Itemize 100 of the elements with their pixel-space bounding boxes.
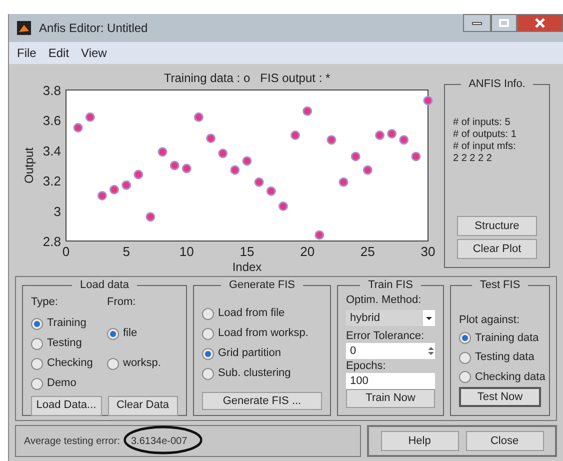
radio-label: Load from file — [218, 306, 285, 322]
app-logo-icon — [17, 21, 31, 35]
data-point — [362, 165, 372, 175]
data-point — [110, 184, 120, 194]
x-tick-label: 5 — [122, 244, 130, 259]
data-point — [146, 212, 156, 222]
radio-label: Testing data — [475, 350, 534, 366]
minimize-button[interactable] — [463, 14, 491, 32]
data-point — [230, 165, 240, 175]
data-point — [338, 177, 348, 187]
radio-button[interactable] — [202, 328, 214, 340]
from-label: From: — [107, 294, 137, 310]
tolerance-label: Error Tolerance: — [346, 330, 426, 343]
data-point — [314, 230, 324, 240]
y-tick-label: 3.6 — [42, 113, 61, 128]
push-button[interactable]: Close — [466, 431, 544, 451]
data-point — [134, 170, 144, 180]
method-dropdown[interactable]: hybrid — [346, 310, 435, 326]
data-point — [374, 130, 384, 140]
y-tick-label: 2.8 — [42, 234, 61, 249]
menu-item[interactable]: File — [17, 44, 36, 62]
data-point — [122, 180, 132, 190]
y-tick-label: 3 — [54, 204, 61, 219]
push-button[interactable]: Clear Data — [108, 396, 178, 416]
data-point — [73, 123, 83, 132]
radio-label: Demo — [47, 376, 76, 392]
y-tick-label: 3.4 — [42, 143, 61, 158]
data-point — [97, 190, 107, 200]
tolerance-field[interactable]: 0 — [346, 343, 435, 359]
radio-button[interactable] — [202, 368, 214, 380]
group-title: Train FIS — [367, 278, 414, 293]
y-axis-label: Output — [22, 147, 36, 184]
status-label: Average testing error: — [24, 434, 120, 448]
data-point — [399, 135, 409, 145]
info-text: # of inputs: 5 — [453, 116, 512, 128]
push-button[interactable]: Help — [380, 431, 458, 451]
push-button[interactable]: Test Now — [459, 387, 541, 408]
data-point — [350, 152, 360, 162]
radio-button[interactable] — [31, 318, 43, 330]
close-button[interactable] — [517, 14, 563, 32]
x-axis-label: Index — [232, 260, 262, 273]
y-tick-label: 3.2 — [42, 174, 61, 189]
group-title: Test FIS — [478, 278, 522, 293]
radio-label: file — [123, 326, 138, 342]
radio-button[interactable] — [202, 348, 214, 360]
radio-button[interactable] — [31, 358, 43, 370]
radio-label: Checking — [47, 356, 93, 372]
push-button[interactable]: Clear Plot — [457, 239, 537, 259]
data-point — [218, 148, 228, 158]
close-icon — [535, 18, 545, 28]
radio-label: Sub. clustering — [218, 366, 291, 382]
radio-label: Testing — [47, 336, 82, 352]
method-label: Optim. Method: — [346, 294, 422, 306]
data-point — [85, 112, 95, 122]
radio-label: Training data — [475, 330, 539, 346]
data-point — [302, 106, 312, 116]
maximize-button[interactable] — [491, 14, 517, 32]
window-title: Anfis Editor: Untitled — [39, 20, 148, 37]
menu-item[interactable]: View — [81, 44, 107, 62]
x-tick-label: 30 — [420, 244, 436, 259]
data-point — [194, 112, 204, 122]
data-point — [326, 135, 336, 145]
radio-button[interactable] — [107, 328, 119, 340]
menu-item[interactable]: Edit — [48, 44, 70, 62]
radio-label: Load from worksp. — [218, 326, 308, 342]
radio-button[interactable] — [459, 371, 471, 384]
radio-label: Training — [47, 316, 86, 332]
x-tick-label: 25 — [360, 244, 375, 259]
data-point — [158, 147, 168, 157]
data-point — [387, 129, 397, 139]
info-text: 2 2 2 2 2 — [453, 152, 493, 164]
data-point — [254, 177, 264, 187]
radio-button[interactable] — [31, 338, 43, 350]
radio-button[interactable] — [31, 378, 43, 390]
data-point — [242, 156, 252, 166]
push-button[interactable]: Generate FIS ... — [202, 392, 322, 410]
error-value: 3.6134e-007 — [130, 434, 188, 448]
radio-label: worksp. — [123, 356, 161, 372]
radio-button[interactable] — [459, 332, 471, 344]
data-point — [266, 186, 276, 196]
data-point — [290, 130, 300, 140]
info-text: # of outputs: 1 — [453, 128, 518, 140]
radio-button[interactable] — [202, 308, 214, 320]
group-title: ANFIS Info. — [468, 77, 526, 92]
group-title: Load data — [79, 278, 130, 293]
data-point — [423, 96, 433, 106]
x-tick-label: 0 — [62, 244, 70, 259]
radio-button[interactable] — [107, 358, 119, 370]
chart-title: Training data : o FIS output : * — [164, 71, 330, 85]
push-button[interactable]: Train Now — [346, 389, 435, 408]
radio-button[interactable] — [459, 352, 471, 364]
data-point — [278, 202, 288, 212]
type-label: Type: — [31, 294, 59, 310]
push-button[interactable]: Structure — [457, 216, 537, 236]
push-button[interactable]: Load Data... — [31, 396, 102, 416]
data-point — [206, 134, 216, 144]
group-title: Generate FIS — [228, 278, 296, 293]
spinner-icon — [427, 345, 435, 357]
epochs-field[interactable]: 100 — [346, 373, 435, 389]
x-tick-label: 15 — [240, 244, 254, 259]
